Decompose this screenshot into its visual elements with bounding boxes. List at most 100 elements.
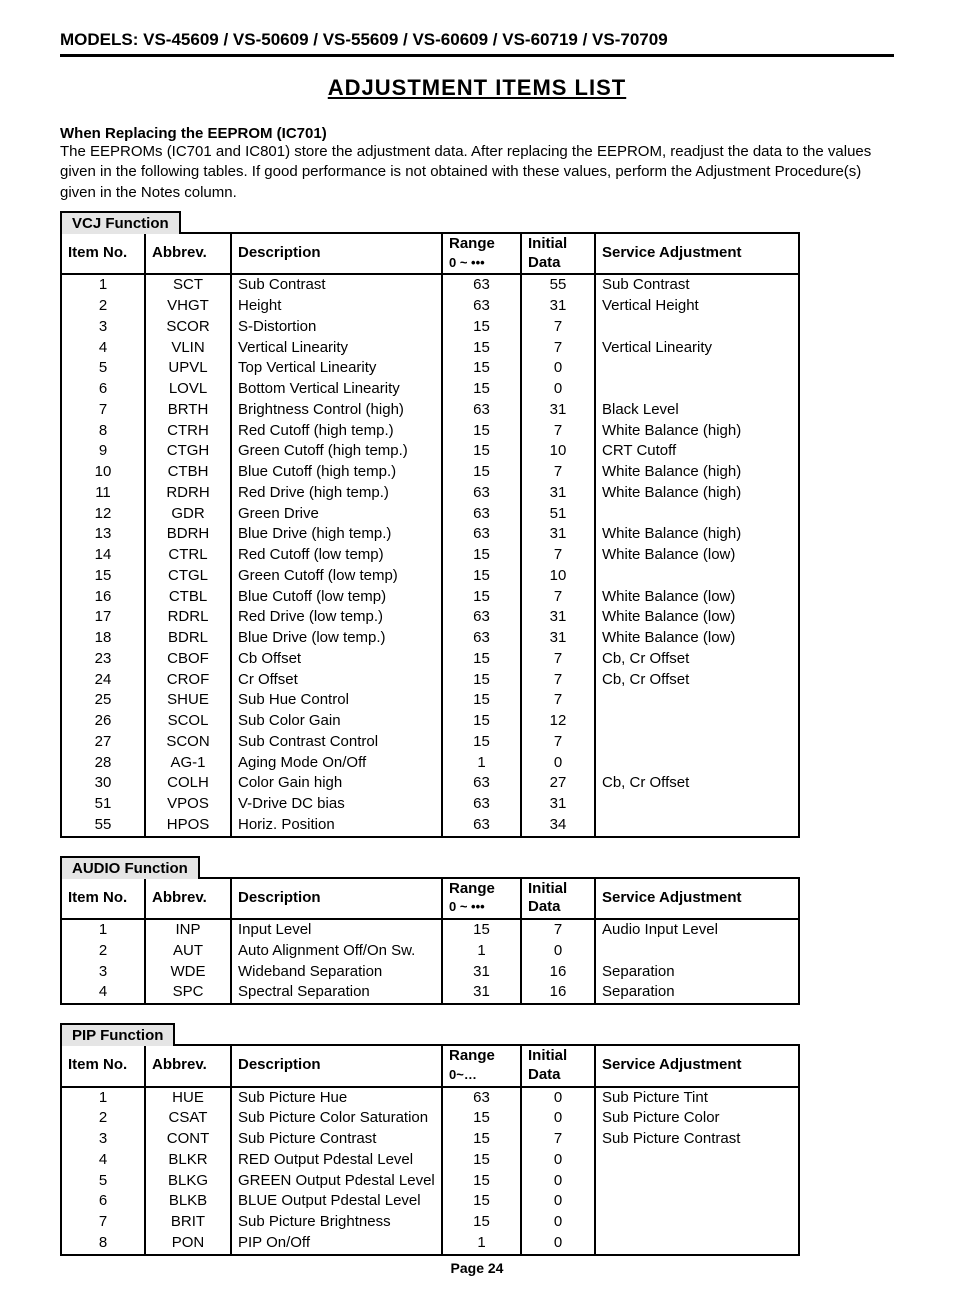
intro-heading: When Replacing the EEPROM (IC701) (60, 125, 894, 142)
cell-abbrev: GDR (145, 504, 231, 525)
cell-description: Height (231, 296, 442, 317)
cell-item-no: 6 (61, 1191, 145, 1212)
col-range: Range 0 ~ ••• (442, 878, 521, 920)
cell-description: Red Cutoff (low temp) (231, 545, 442, 566)
cell-initial: 0 (521, 753, 595, 774)
cell-description: Red Cutoff (high temp.) (231, 421, 442, 442)
cell-initial: 0 (521, 1212, 595, 1233)
page-footer: Page 24 (60, 1260, 894, 1276)
cell-item-no: 17 (61, 607, 145, 628)
cell-range: 15 (442, 919, 521, 941)
cell-initial: 0 (521, 1108, 595, 1129)
cell-initial: 16 (521, 962, 595, 983)
cell-abbrev: RDRL (145, 607, 231, 628)
table-row: 16CTBLBlue Cutoff (low temp)157White Bal… (61, 587, 799, 608)
cell-item-no: 8 (61, 421, 145, 442)
cell-initial: 0 (521, 1087, 595, 1109)
cell-abbrev: CSAT (145, 1108, 231, 1129)
cell-range: 15 (442, 462, 521, 483)
col-range: Range 0 ~ ••• (442, 233, 521, 275)
cell-service-adj (595, 504, 799, 525)
cell-item-no: 51 (61, 794, 145, 815)
vcj-table: Item No. Abbrev. Description Range 0 ~ •… (60, 232, 800, 838)
cell-description: Red Drive (high temp.) (231, 483, 442, 504)
cell-item-no: 7 (61, 1212, 145, 1233)
cell-abbrev: VPOS (145, 794, 231, 815)
cell-abbrev: RDRH (145, 483, 231, 504)
cell-description: Sub Color Gain (231, 711, 442, 732)
col-initial-bot: Data (528, 1066, 561, 1083)
cell-item-no: 16 (61, 587, 145, 608)
col-abbrev: Abbrev. (145, 1045, 231, 1087)
cell-abbrev: UPVL (145, 358, 231, 379)
cell-item-no: 28 (61, 753, 145, 774)
cell-initial: 31 (521, 296, 595, 317)
cell-abbrev: BLKR (145, 1150, 231, 1171)
cell-service-adj: Cb, Cr Offset (595, 773, 799, 794)
col-range-top: Range (449, 1047, 495, 1064)
pip-function-label: PIP Function (60, 1023, 175, 1046)
cell-service-adj (595, 1233, 799, 1255)
cell-description: Cr Offset (231, 670, 442, 691)
cell-item-no: 4 (61, 1150, 145, 1171)
vcj-rows: 1SCTSub Contrast6355Sub Contrast2VHGTHei… (61, 274, 799, 836)
cell-abbrev: PON (145, 1233, 231, 1255)
cell-abbrev: BRTH (145, 400, 231, 421)
cell-abbrev: CROF (145, 670, 231, 691)
cell-service-adj (595, 358, 799, 379)
cell-service-adj (595, 1171, 799, 1192)
cell-service-adj: Audio Input Level (595, 919, 799, 941)
col-range-sub: 0 ~ ••• (449, 255, 485, 270)
cell-description: Sub Contrast (231, 274, 442, 296)
cell-service-adj (595, 379, 799, 400)
cell-initial: 31 (521, 400, 595, 421)
cell-range: 63 (442, 296, 521, 317)
cell-description: PIP On/Off (231, 1233, 442, 1255)
cell-range: 31 (442, 982, 521, 1004)
cell-abbrev: HPOS (145, 815, 231, 837)
cell-item-no: 6 (61, 379, 145, 400)
cell-item-no: 1 (61, 919, 145, 941)
cell-range: 63 (442, 504, 521, 525)
cell-item-no: 4 (61, 982, 145, 1004)
cell-abbrev: CONT (145, 1129, 231, 1150)
cell-range: 63 (442, 794, 521, 815)
table-row: 3CONTSub Picture Contrast157Sub Picture … (61, 1129, 799, 1150)
cell-initial: 7 (521, 338, 595, 359)
cell-abbrev: BLKG (145, 1171, 231, 1192)
cell-range: 15 (442, 566, 521, 587)
cell-item-no: 2 (61, 1108, 145, 1129)
table-row: 25SHUESub Hue Control157 (61, 690, 799, 711)
pip-rows: 1HUESub Picture Hue630Sub Picture Tint2C… (61, 1087, 799, 1255)
cell-item-no: 9 (61, 441, 145, 462)
cell-initial: 10 (521, 566, 595, 587)
col-service-adj: Service Adjustment (595, 233, 799, 275)
table-row: 18BDRLBlue Drive (low temp.)6331White Ba… (61, 628, 799, 649)
cell-initial: 7 (521, 317, 595, 338)
cell-initial: 7 (521, 690, 595, 711)
cell-service-adj: White Balance (low) (595, 628, 799, 649)
cell-description: RED Output Pdestal Level (231, 1150, 442, 1171)
cell-service-adj (595, 732, 799, 753)
cell-item-no: 8 (61, 1233, 145, 1255)
cell-abbrev: BDRH (145, 524, 231, 545)
col-initial: Initial Data (521, 233, 595, 275)
table-row: 10CTBHBlue Cutoff (high temp.)157White B… (61, 462, 799, 483)
cell-initial: 0 (521, 1233, 595, 1255)
cell-abbrev: CTRL (145, 545, 231, 566)
col-initial-bot: Data (528, 254, 561, 271)
cell-range: 1 (442, 941, 521, 962)
cell-description: S-Distortion (231, 317, 442, 338)
cell-description: GREEN Output Pdestal Level (231, 1171, 442, 1192)
col-range-sub: 0~… (449, 1067, 477, 1082)
cell-item-no: 15 (61, 566, 145, 587)
cell-description: Spectral Separation (231, 982, 442, 1004)
cell-abbrev: CBOF (145, 649, 231, 670)
cell-service-adj: Vertical Linearity (595, 338, 799, 359)
cell-service-adj: Separation (595, 982, 799, 1004)
cell-item-no: 24 (61, 670, 145, 691)
cell-range: 63 (442, 274, 521, 296)
table-row: 30COLHColor Gain high6327Cb, Cr Offset (61, 773, 799, 794)
cell-service-adj: White Balance (low) (595, 607, 799, 628)
cell-service-adj (595, 711, 799, 732)
